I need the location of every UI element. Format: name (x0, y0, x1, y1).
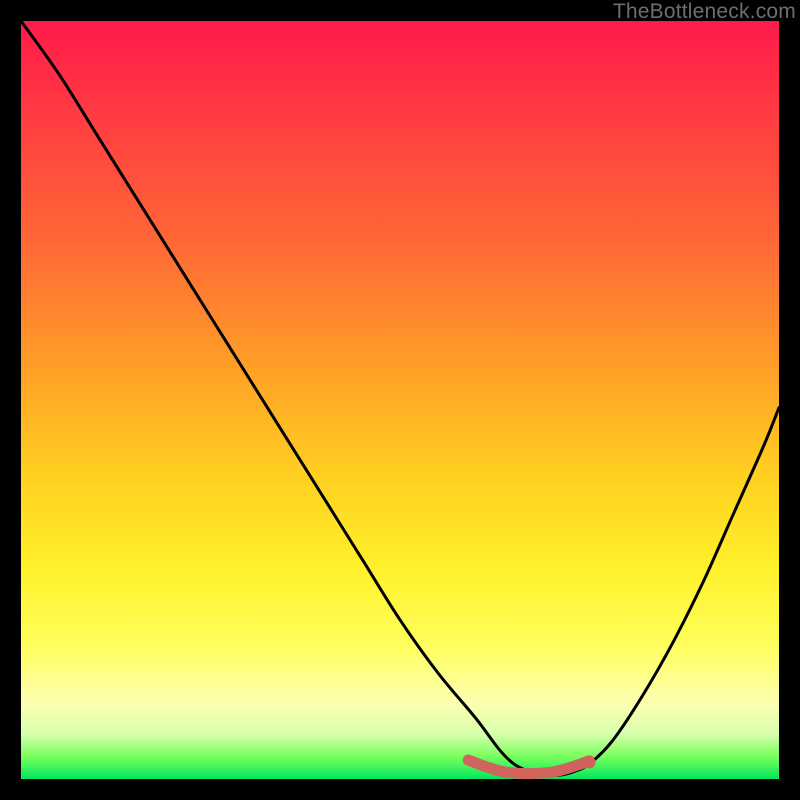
chart-frame (21, 21, 779, 779)
chart-marker-dot (584, 756, 596, 768)
chart-svg (21, 21, 779, 779)
chart-curve (21, 21, 779, 776)
watermark-text: TheBottleneck.com (613, 0, 796, 24)
chart-marker-band (468, 760, 589, 774)
